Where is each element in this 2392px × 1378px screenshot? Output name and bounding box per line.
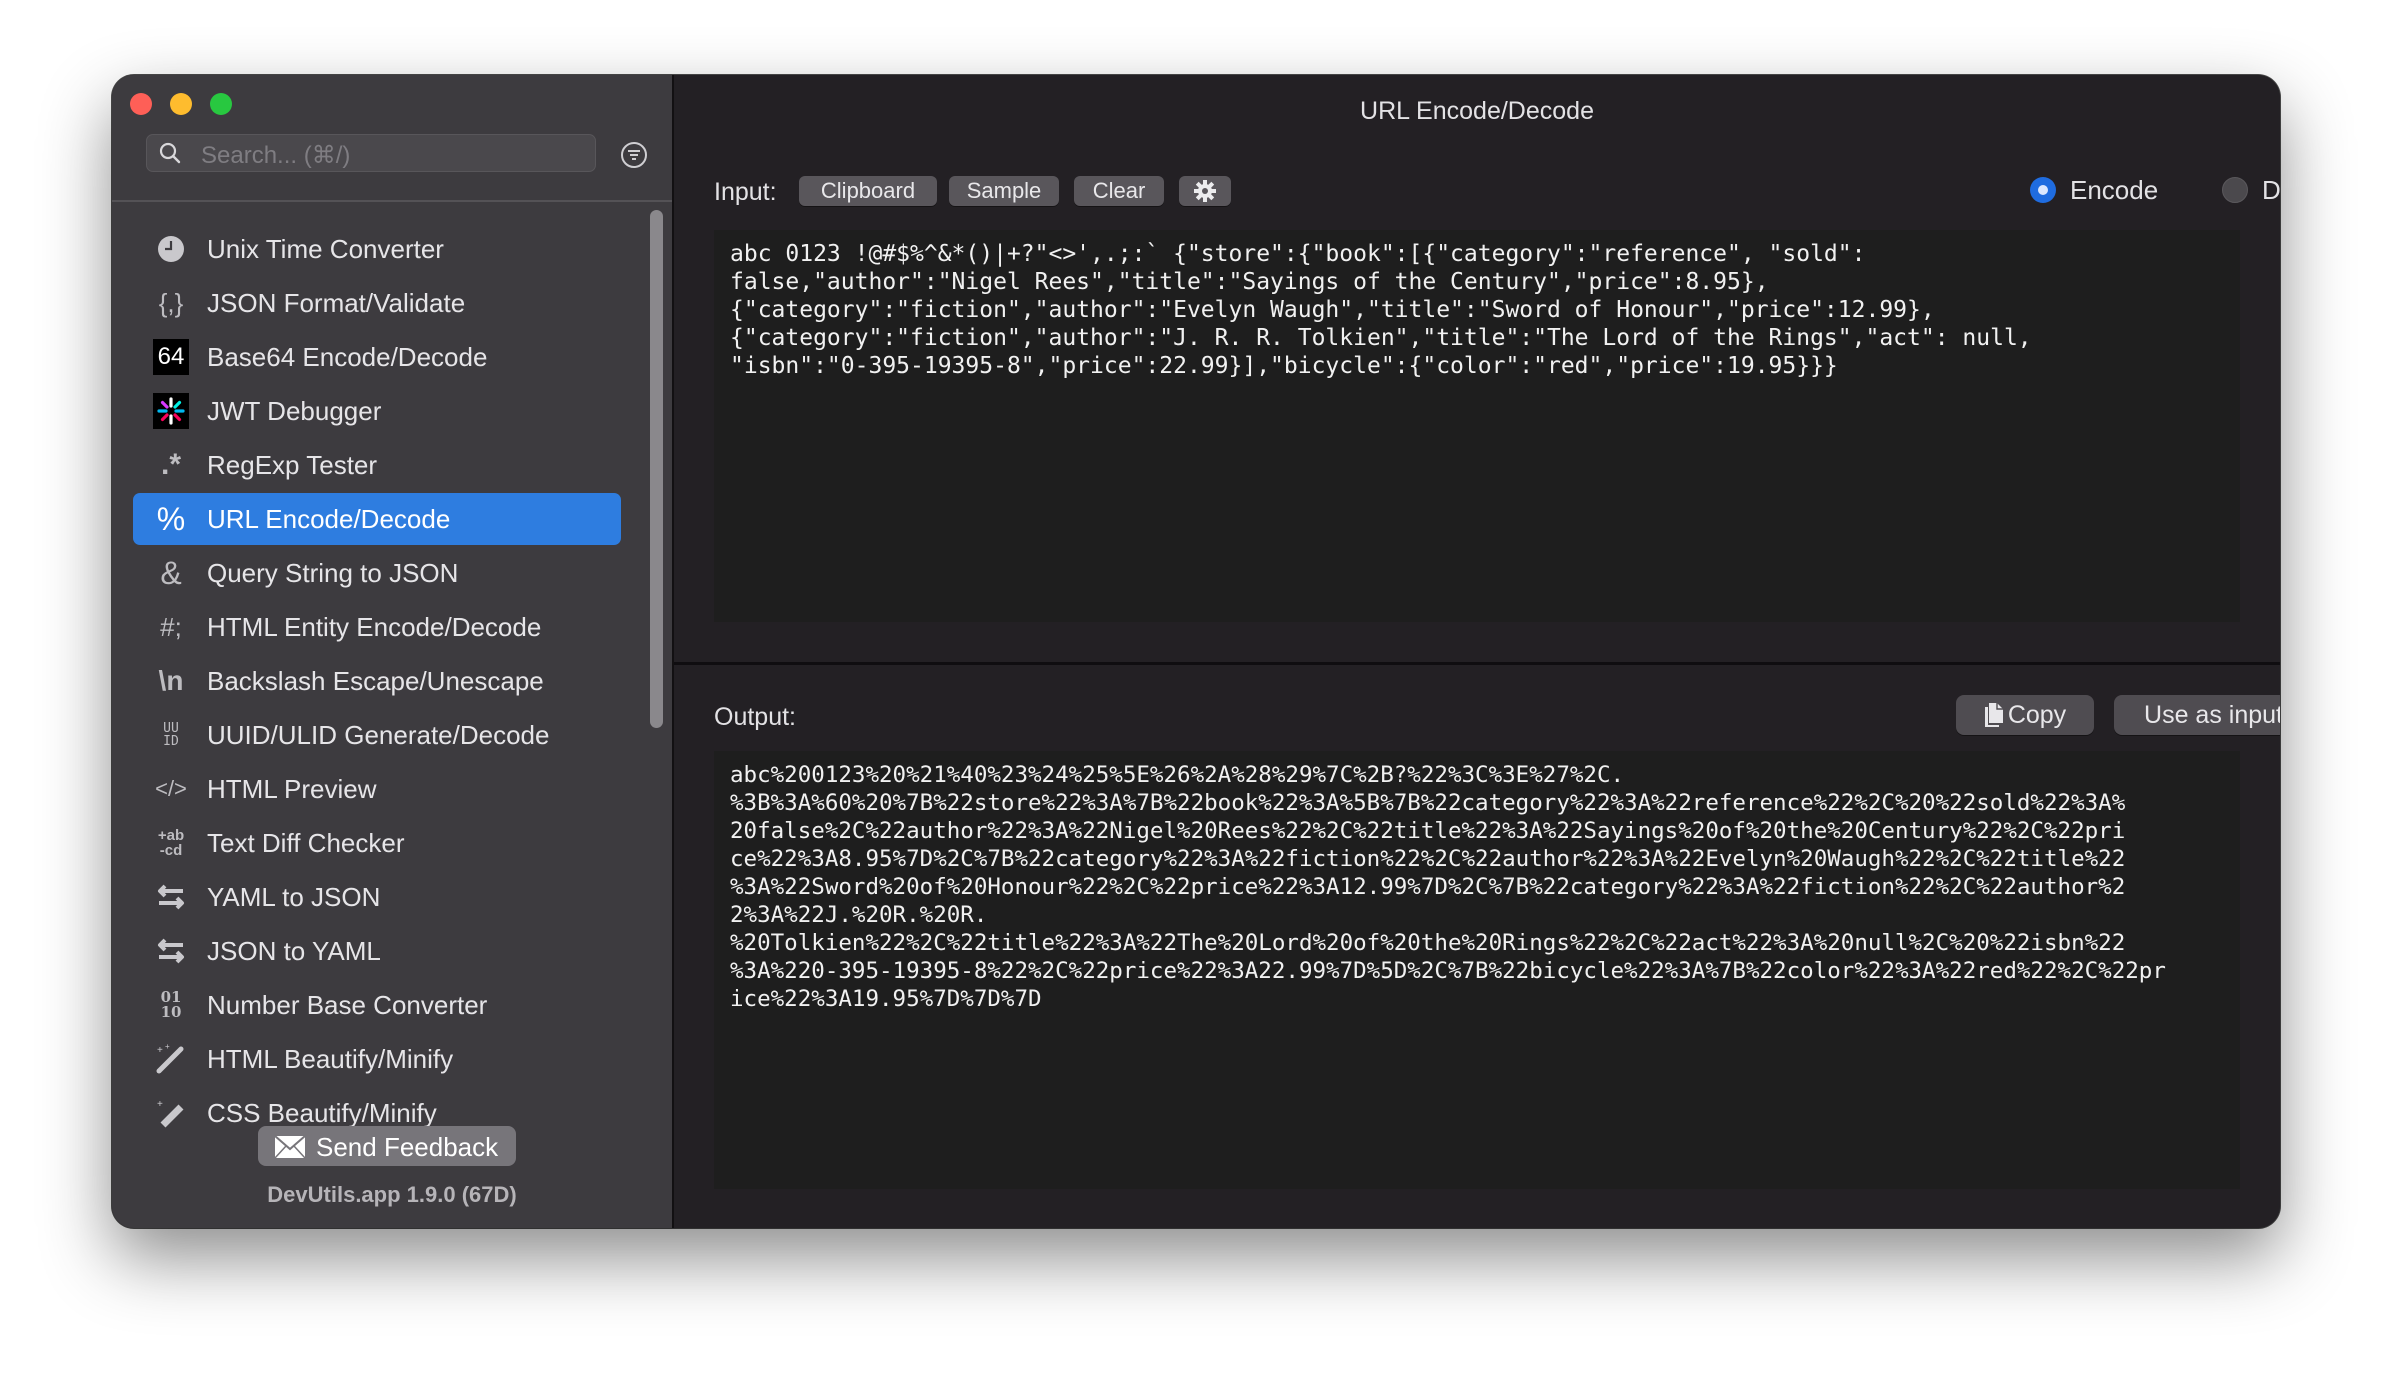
jwt-icon — [153, 393, 189, 429]
sidebar-item-json-format-validate[interactable]: {,} JSON Format/Validate — [133, 277, 621, 329]
filter-icon[interactable] — [620, 141, 648, 169]
sample-button[interactable]: Sample — [949, 176, 1059, 206]
sidebar-item-html-beautify[interactable]: + + HTML Beautify/Minify — [133, 1033, 621, 1085]
code-brackets-icon: </> — [155, 776, 187, 801]
ampersand-icon: & — [160, 554, 182, 591]
uuid-icon: UU ID — [153, 717, 189, 753]
base64-icon: 64 — [153, 339, 189, 375]
hash-semicolon-icon: #; — [160, 611, 182, 642]
sidebar-item-number-base-converter[interactable]: 01 10 Number Base Converter — [133, 979, 621, 1031]
backslash-n-icon: \n — [158, 665, 184, 696]
magic-wand-icon: + + — [153, 1041, 189, 1077]
sidebar-item-url-encode-decode[interactable]: % URL Encode/Decode — [133, 493, 621, 545]
binary-icon-bottom: 10 — [160, 1003, 182, 1021]
sidebar-item-json-to-yaml[interactable]: JSON to YAML — [133, 925, 621, 977]
svg-text:+: + — [165, 1043, 170, 1051]
uuid-icon-bottom: ID — [163, 734, 179, 749]
output-textarea[interactable]: abc%200123%20%21%40%23%24%25%5E%26%2A%28… — [714, 751, 2240, 1189]
maximize-window-button[interactable] — [210, 93, 232, 115]
copy-button[interactable]: Copy — [1956, 695, 2094, 735]
decode-radio-label[interactable]: Decode — [2262, 175, 2280, 206]
sidebar-scrollbar[interactable] — [650, 210, 663, 728]
search-placeholder: Search... (⌘/) — [201, 142, 351, 169]
use-as-input-button[interactable]: Use as input — [2114, 695, 2280, 735]
diff-icon-top: +ab — [157, 827, 185, 844]
search-icon — [159, 142, 181, 164]
use-as-input-label: Use as input — [2144, 701, 2280, 729]
input-textarea[interactable]: abc 0123 !@#$%^&*()|+?"<>',.;:` {"store"… — [714, 230, 2240, 622]
sidebar-item-jwt-debugger[interactable]: JWT Debugger — [133, 385, 621, 437]
envelope-icon — [274, 1135, 306, 1159]
diff-icon-bottom: -cd — [159, 842, 183, 859]
gear-icon — [1194, 180, 1216, 202]
sidebar-item-yaml-to-json[interactable]: YAML to JSON — [133, 871, 621, 923]
sidebar-item-html-preview[interactable]: </> HTML Preview — [133, 763, 621, 815]
json-braces-icon: {,} — [158, 287, 184, 318]
tool-list: Unix Time Converter {,} JSON Format/Vali… — [112, 217, 672, 1180]
decode-radio[interactable] — [2222, 177, 2248, 203]
sidebar-item-text-diff-checker[interactable]: +ab -cd Text Diff Checker — [133, 817, 621, 869]
sidebar: Search... (⌘/) Unix Time Converter {,} J… — [112, 75, 674, 1228]
svg-text:+: + — [157, 1099, 163, 1110]
swap-arrows-icon — [153, 933, 189, 969]
binary-icon: 01 10 — [153, 987, 189, 1023]
copy-document-icon — [1984, 703, 2003, 727]
minimize-window-button[interactable] — [170, 93, 192, 115]
percent-icon: % — [156, 500, 186, 537]
magic-eraser-icon: + — [153, 1095, 189, 1131]
clear-button[interactable]: Clear — [1074, 176, 1164, 206]
encode-radio-label[interactable]: Encode — [2070, 175, 2158, 206]
sidebar-item-query-string-to-json[interactable]: & Query String to JSON — [133, 547, 621, 599]
sidebar-separator — [112, 200, 672, 202]
regex-icon: .* — [160, 448, 181, 481]
send-feedback-button[interactable]: Send Feedback — [258, 1126, 516, 1166]
diff-icon: +ab -cd — [153, 825, 189, 861]
close-window-button[interactable] — [130, 93, 152, 115]
split-divider[interactable] — [674, 662, 2280, 665]
search-input[interactable]: Search... (⌘/) — [146, 134, 596, 172]
sidebar-item-uuid-ulid[interactable]: UU ID UUID/ULID Generate/Decode — [133, 709, 621, 761]
copy-button-label: Copy — [2007, 701, 2067, 729]
output-label: Output: — [714, 703, 796, 731]
window-title: URL Encode/Decode — [1360, 97, 1594, 125]
sidebar-item-html-entity[interactable]: #; HTML Entity Encode/Decode — [133, 601, 621, 653]
encode-radio[interactable] — [2030, 177, 2056, 203]
clipboard-button[interactable]: Clipboard — [799, 176, 937, 206]
sidebar-item-base64[interactable]: 64 Base64 Encode/Decode — [133, 331, 621, 383]
app-version: DevUtils.app 1.9.0 (67D) — [267, 1182, 517, 1207]
sidebar-item-regexp-tester[interactable]: .* RegExp Tester — [133, 439, 621, 491]
app-window: Search... (⌘/) Unix Time Converter {,} J… — [112, 75, 2280, 1228]
settings-button[interactable] — [1179, 176, 1231, 206]
swap-arrows-icon — [153, 879, 189, 915]
main-panel: URL Encode/Decode Input: Clipboard Sampl… — [674, 75, 2280, 1228]
input-label: Input: — [714, 178, 777, 206]
sidebar-item-unix-time-converter[interactable]: Unix Time Converter — [133, 223, 621, 275]
sidebar-item-backslash-escape[interactable]: \n Backslash Escape/Unescape — [133, 655, 621, 707]
clock-icon — [153, 231, 189, 267]
svg-text:+: + — [157, 1045, 163, 1056]
